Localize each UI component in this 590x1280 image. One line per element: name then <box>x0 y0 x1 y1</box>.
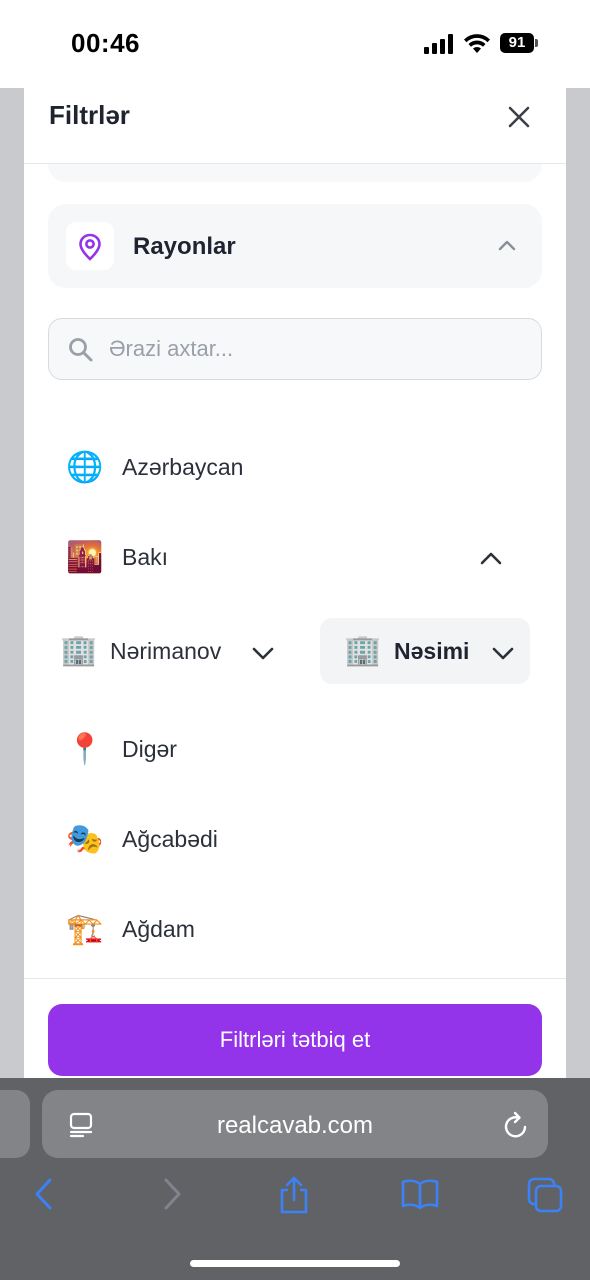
footer-divider <box>24 978 566 979</box>
page-backdrop-right <box>566 88 590 1078</box>
building-icon: 🏢 <box>60 634 98 667</box>
address-bar[interactable]: realcavab.com <box>42 1090 548 1158</box>
location-label: Ağdam <box>122 916 195 942</box>
pin-icon-box <box>66 222 114 270</box>
chevron-up-icon <box>498 240 516 251</box>
location-item-diger[interactable]: 📍 Digər <box>48 720 518 780</box>
previous-tab[interactable] <box>0 1090 30 1158</box>
share-icon[interactable] <box>276 1176 312 1216</box>
chevron-down-icon <box>492 647 514 660</box>
search-input[interactable] <box>109 327 519 371</box>
location-item-baki[interactable]: 🌇 Bakı <box>48 528 518 588</box>
battery-icon: 91 <box>500 33 538 53</box>
back-icon[interactable] <box>30 1176 58 1212</box>
panel-title: Filtrlər <box>49 100 130 130</box>
globe-icon: 🌐 <box>66 450 104 485</box>
tabs-icon[interactable] <box>526 1176 564 1214</box>
close-icon[interactable] <box>502 100 536 134</box>
reload-icon[interactable] <box>502 1110 530 1140</box>
chevron-down-icon <box>252 647 274 660</box>
chevron-up-icon <box>480 552 502 565</box>
page-backdrop-left <box>0 88 24 1078</box>
location-item-agdam[interactable]: 🏗️ Ağdam <box>48 900 518 960</box>
sub-location-label: Nəsimi <box>394 638 470 664</box>
search-icon <box>69 338 93 362</box>
wifi-icon <box>464 34 490 53</box>
url-text: realcavab.com <box>216 1112 374 1139</box>
screen: 00:46 91 Filtrlər Rayonlar Ərazi axtar..… <box>0 0 590 1280</box>
panel-header: Filtrlər <box>24 88 566 164</box>
location-label: Bakı <box>122 544 169 570</box>
location-label: Azərbaycan <box>122 454 244 480</box>
section-label: Rayonlar <box>133 233 236 260</box>
theater-icon: 🎭 <box>66 822 104 857</box>
location-label: Ağcabədi <box>122 826 218 852</box>
pin-icon: 📍 <box>66 732 104 767</box>
city-icon: 🌇 <box>66 540 104 575</box>
location-item-azerbaycan[interactable]: 🌐 Azərbaycan <box>48 438 518 498</box>
location-pin-icon <box>79 233 101 261</box>
apply-filters-button[interactable]: Filtrləri tətbiq et <box>48 1004 542 1076</box>
sub-location-nasimi[interactable]: 🏢 Nəsimi <box>320 618 530 684</box>
status-bar: 00:46 91 <box>0 0 590 88</box>
home-indicator <box>190 1260 400 1267</box>
previous-section-card <box>48 164 542 182</box>
sub-location-label: Nərimanov <box>110 638 222 664</box>
search-box <box>48 318 542 380</box>
bookmarks-icon[interactable] <box>400 1176 440 1212</box>
sub-location-narimanov[interactable]: 🏢 Nərimanov <box>48 618 288 684</box>
filter-panel: Filtrlər Rayonlar Ərazi axtar... 🌐 Azərb… <box>24 88 566 1078</box>
location-label: Digər <box>122 736 177 762</box>
status-time: 00:46 <box>71 28 140 58</box>
building-icon: 🏢 <box>344 634 382 667</box>
battery-level: 91 <box>500 33 534 53</box>
location-item-agcabadi[interactable]: 🎭 Ağcabədi <box>48 810 518 870</box>
crane-icon: 🏗️ <box>66 912 104 947</box>
forward-icon[interactable] <box>158 1176 186 1212</box>
signal-icon <box>424 34 454 54</box>
section-rayonlar-toggle[interactable]: Rayonlar <box>48 204 542 288</box>
browser-toolbar: realcavab.com <box>0 1078 590 1280</box>
